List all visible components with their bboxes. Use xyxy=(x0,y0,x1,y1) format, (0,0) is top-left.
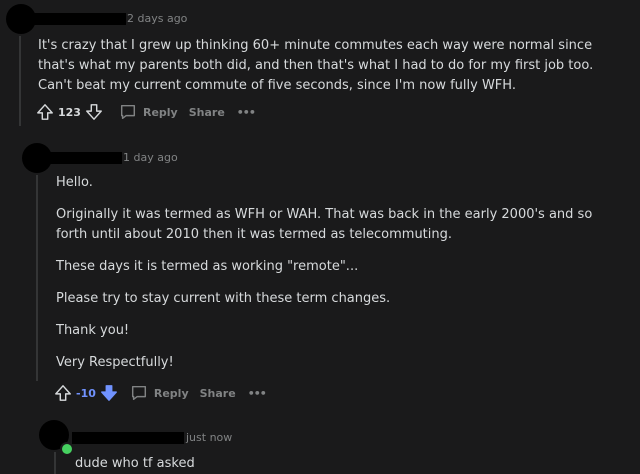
share-label: Share xyxy=(199,386,236,400)
comment-actions: 123 Reply Share ••• xyxy=(36,102,256,122)
vote-count: 123 xyxy=(58,105,81,119)
upvote-button[interactable] xyxy=(36,103,54,121)
comment-age: 2 days ago xyxy=(127,12,188,25)
username-redacted[interactable] xyxy=(50,152,122,164)
thread-line[interactable] xyxy=(36,175,38,381)
more-icon: ••• xyxy=(236,105,256,119)
downvote-icon xyxy=(100,385,117,401)
downvote-icon xyxy=(86,104,102,120)
thread-line[interactable] xyxy=(19,36,21,126)
username-redacted[interactable] xyxy=(34,13,126,25)
upvote-icon xyxy=(37,104,53,120)
comment-body: It's crazy that I grew up thinking 60+ m… xyxy=(38,38,594,93)
online-status-indicator xyxy=(60,442,74,456)
comment-body: dude who tf asked xyxy=(75,456,195,471)
downvote-button[interactable] xyxy=(85,103,103,121)
thread-line[interactable] xyxy=(54,452,56,474)
upvote-icon xyxy=(55,385,71,401)
comment-age: just now xyxy=(186,431,233,444)
downvote-button-active[interactable] xyxy=(100,384,118,402)
more-options-button[interactable]: ••• xyxy=(236,105,256,119)
comment-paragraph: Hello. xyxy=(56,175,93,190)
reply-button[interactable]: Reply xyxy=(130,384,189,402)
share-label: Share xyxy=(188,105,225,119)
reply-label: Reply xyxy=(153,386,189,400)
reply-button[interactable]: Reply xyxy=(119,103,178,121)
avatar[interactable] xyxy=(6,4,36,34)
reply-label: Reply xyxy=(142,105,178,119)
comment-paragraph: Very Respectfully! xyxy=(56,355,174,370)
upvote-button[interactable] xyxy=(54,384,72,402)
comment-paragraph: Originally it was termed as WFH or WAH. … xyxy=(56,207,593,242)
comment-age: 1 day ago xyxy=(123,151,178,164)
share-button[interactable]: Share xyxy=(189,106,225,119)
comment-bubble-icon xyxy=(131,385,146,401)
vote-count: -10 xyxy=(76,386,96,400)
avatar[interactable] xyxy=(22,143,52,173)
comment-actions: -10 Reply Share ••• xyxy=(54,383,267,403)
share-button[interactable]: Share xyxy=(200,387,236,400)
username-redacted[interactable] xyxy=(72,432,184,444)
comment-paragraph: Thank you! xyxy=(56,323,130,338)
more-icon: ••• xyxy=(247,386,267,400)
comment-body: Hello. Originally it was termed as WFH o… xyxy=(56,173,596,373)
more-options-button[interactable]: ••• xyxy=(247,386,267,400)
comment-bubble-icon xyxy=(120,104,135,120)
comment-paragraph: Please try to stay current with these te… xyxy=(56,291,391,306)
comment-paragraph: These days it is termed as working "remo… xyxy=(56,259,359,274)
